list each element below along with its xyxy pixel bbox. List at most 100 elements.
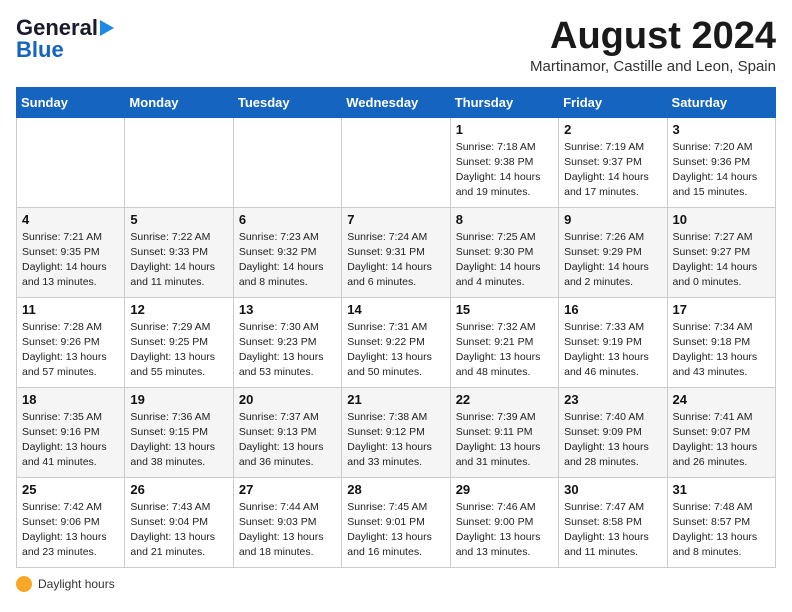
calendar-cell: 17 Sunrise: 7:34 AMSunset: 9:18 PMDayligh… (667, 297, 775, 387)
calendar-cell: 4Sunrise: 7:21 AMSunset: 9:35 PMDaylight… (17, 207, 125, 297)
day-info: Sunrise: 7:41 AMSunset: 9:07 PMDaylight:… (673, 410, 770, 471)
calendar-cell: 22 Sunrise: 7:39 AMSunset: 9:11 PMDayligh… (450, 387, 558, 477)
calendar-cell: 28 Sunrise: 7:45 AMSunset: 9:01 PMDayligh… (342, 477, 450, 567)
day-info: Sunrise: 7:47 AMSunset: 8:58 PMDaylight:… (564, 500, 661, 561)
calendar-header-row: SundayMondayTuesdayWednesdayThursdayFrid… (17, 87, 776, 117)
calendar-cell: 7 Sunrise: 7:24 AMSunset: 9:31 PMDaylight… (342, 207, 450, 297)
day-number: 15 (456, 302, 553, 317)
day-number: 28 (347, 482, 444, 497)
day-info: Sunrise: 7:35 AMSunset: 9:16 PMDaylight:… (22, 410, 119, 471)
calendar-cell: 23 Sunrise: 7:40 AMSunset: 9:09 PMDayligh… (559, 387, 667, 477)
day-info: Sunrise: 7:28 AMSunset: 9:26 PMDaylight:… (22, 320, 119, 381)
calendar-week-row: 1 Sunrise: 7:18 AMSunset: 9:38 PMDaylight… (17, 117, 776, 207)
day-number: 27 (239, 482, 336, 497)
day-number: 5 (130, 212, 227, 227)
day-number: 23 (564, 392, 661, 407)
day-number: 25 (22, 482, 119, 497)
day-number: 20 (239, 392, 336, 407)
calendar-day-header: Friday (559, 87, 667, 117)
day-number: 10 (673, 212, 770, 227)
sun-icon (16, 576, 32, 592)
calendar-cell: 18 Sunrise: 7:35 AMSunset: 9:16 PMDayligh… (17, 387, 125, 477)
day-info: Sunrise: 7:25 AMSunset: 9:30 PMDaylight:… (456, 230, 553, 291)
day-info: Sunrise: 7:36 AMSunset: 9:15 PMDaylight:… (130, 410, 227, 471)
calendar-week-row: 4Sunrise: 7:21 AMSunset: 9:35 PMDaylight… (17, 207, 776, 297)
day-info: Sunrise: 7:31 AMSunset: 9:22 PMDaylight:… (347, 320, 444, 381)
day-info: Sunrise: 7:22 AMSunset: 9:33 PMDaylight:… (130, 230, 227, 291)
calendar-table: SundayMondayTuesdayWednesdayThursdayFrid… (16, 87, 776, 568)
day-number: 21 (347, 392, 444, 407)
calendar-cell: 26 Sunrise: 7:43 AMSunset: 9:04 PMDayligh… (125, 477, 233, 567)
calendar-day-header: Saturday (667, 87, 775, 117)
calendar-week-row: 18 Sunrise: 7:35 AMSunset: 9:16 PMDayligh… (17, 387, 776, 477)
calendar-cell (233, 117, 341, 207)
day-info: Sunrise: 7:39 AMSunset: 9:11 PMDaylight:… (456, 410, 553, 471)
day-info: Sunrise: 7:34 AMSunset: 9:18 PMDaylight:… (673, 320, 770, 381)
day-number: 9 (564, 212, 661, 227)
day-info: Sunrise: 7:32 AMSunset: 9:21 PMDaylight:… (456, 320, 553, 381)
calendar-cell: 8 Sunrise: 7:25 AMSunset: 9:30 PMDaylight… (450, 207, 558, 297)
calendar-day-header: Thursday (450, 87, 558, 117)
day-info: Sunrise: 7:48 AMSunset: 8:57 PMDaylight:… (673, 500, 770, 561)
calendar-cell: 9 Sunrise: 7:26 AMSunset: 9:29 PMDaylight… (559, 207, 667, 297)
calendar-cell (342, 117, 450, 207)
day-number: 16 (564, 302, 661, 317)
day-number: 24 (673, 392, 770, 407)
day-info: Sunrise: 7:45 AMSunset: 9:01 PMDaylight:… (347, 500, 444, 561)
day-info: Sunrise: 7:46 AMSunset: 9:00 PMDaylight:… (456, 500, 553, 561)
logo-blue: Blue (16, 38, 64, 62)
day-info: Sunrise: 7:27 AMSunset: 9:27 PMDaylight:… (673, 230, 770, 291)
day-info: Sunrise: 7:43 AMSunset: 9:04 PMDaylight:… (130, 500, 227, 561)
calendar-cell: 13Sunrise: 7:30 AMSunset: 9:23 PMDayligh… (233, 297, 341, 387)
title-section: August 2024 Martinamor, Castille and Leo… (530, 16, 776, 75)
calendar-day-header: Sunday (17, 87, 125, 117)
day-number: 7 (347, 212, 444, 227)
day-number: 18 (22, 392, 119, 407)
footer-note: Daylight hours (16, 576, 776, 592)
day-number: 19 (130, 392, 227, 407)
day-info: Sunrise: 7:44 AMSunset: 9:03 PMDaylight:… (239, 500, 336, 561)
calendar-cell: 11 Sunrise: 7:28 AMSunset: 9:26 PMDayligh… (17, 297, 125, 387)
day-number: 11 (22, 302, 119, 317)
day-number: 30 (564, 482, 661, 497)
calendar-cell: 12Sunrise: 7:29 AMSunset: 9:25 PMDayligh… (125, 297, 233, 387)
calendar-cell: 14Sunrise: 7:31 AMSunset: 9:22 PMDayligh… (342, 297, 450, 387)
calendar-day-header: Monday (125, 87, 233, 117)
day-number: 8 (456, 212, 553, 227)
day-info: Sunrise: 7:26 AMSunset: 9:29 PMDaylight:… (564, 230, 661, 291)
daylight-label: Daylight hours (38, 577, 115, 591)
calendar-cell: 3Sunrise: 7:20 AMSunset: 9:36 PMDaylight… (667, 117, 775, 207)
calendar-cell: 16Sunrise: 7:33 AMSunset: 9:19 PMDayligh… (559, 297, 667, 387)
day-info: Sunrise: 7:20 AMSunset: 9:36 PMDaylight:… (673, 140, 770, 201)
calendar-cell: 6Sunrise: 7:23 AMSunset: 9:32 PMDaylight… (233, 207, 341, 297)
calendar-day-header: Wednesday (342, 87, 450, 117)
calendar-cell: 15 Sunrise: 7:32 AMSunset: 9:21 PMDayligh… (450, 297, 558, 387)
calendar-cell: 5 Sunrise: 7:22 AMSunset: 9:33 PMDaylight… (125, 207, 233, 297)
calendar-cell: 21Sunrise: 7:38 AMSunset: 9:12 PMDayligh… (342, 387, 450, 477)
day-info: Sunrise: 7:18 AMSunset: 9:38 PMDaylight:… (456, 140, 553, 201)
calendar-cell: 2 Sunrise: 7:19 AMSunset: 9:37 PMDaylight… (559, 117, 667, 207)
calendar-cell (17, 117, 125, 207)
calendar-cell: 27 Sunrise: 7:44 AMSunset: 9:03 PMDayligh… (233, 477, 341, 567)
calendar-cell: 30 Sunrise: 7:47 AMSunset: 8:58 PMDayligh… (559, 477, 667, 567)
calendar-cell (125, 117, 233, 207)
logo: General Blue (16, 16, 114, 62)
day-info: Sunrise: 7:24 AMSunset: 9:31 PMDaylight:… (347, 230, 444, 291)
calendar-cell: 25Sunrise: 7:42 AMSunset: 9:06 PMDayligh… (17, 477, 125, 567)
day-number: 2 (564, 122, 661, 137)
day-info: Sunrise: 7:37 AMSunset: 9:13 PMDaylight:… (239, 410, 336, 471)
day-number: 26 (130, 482, 227, 497)
day-number: 1 (456, 122, 553, 137)
day-number: 4 (22, 212, 119, 227)
day-info: Sunrise: 7:19 AMSunset: 9:37 PMDaylight:… (564, 140, 661, 201)
month-title: August 2024 (530, 16, 776, 58)
day-info: Sunrise: 7:29 AMSunset: 9:25 PMDaylight:… (130, 320, 227, 381)
location-title: Martinamor, Castille and Leon, Spain (530, 58, 776, 75)
calendar-cell: 10 Sunrise: 7:27 AMSunset: 9:27 PMDayligh… (667, 207, 775, 297)
day-number: 31 (673, 482, 770, 497)
day-number: 22 (456, 392, 553, 407)
day-number: 17 (673, 302, 770, 317)
day-info: Sunrise: 7:40 AMSunset: 9:09 PMDaylight:… (564, 410, 661, 471)
day-number: 13 (239, 302, 336, 317)
calendar-day-header: Tuesday (233, 87, 341, 117)
